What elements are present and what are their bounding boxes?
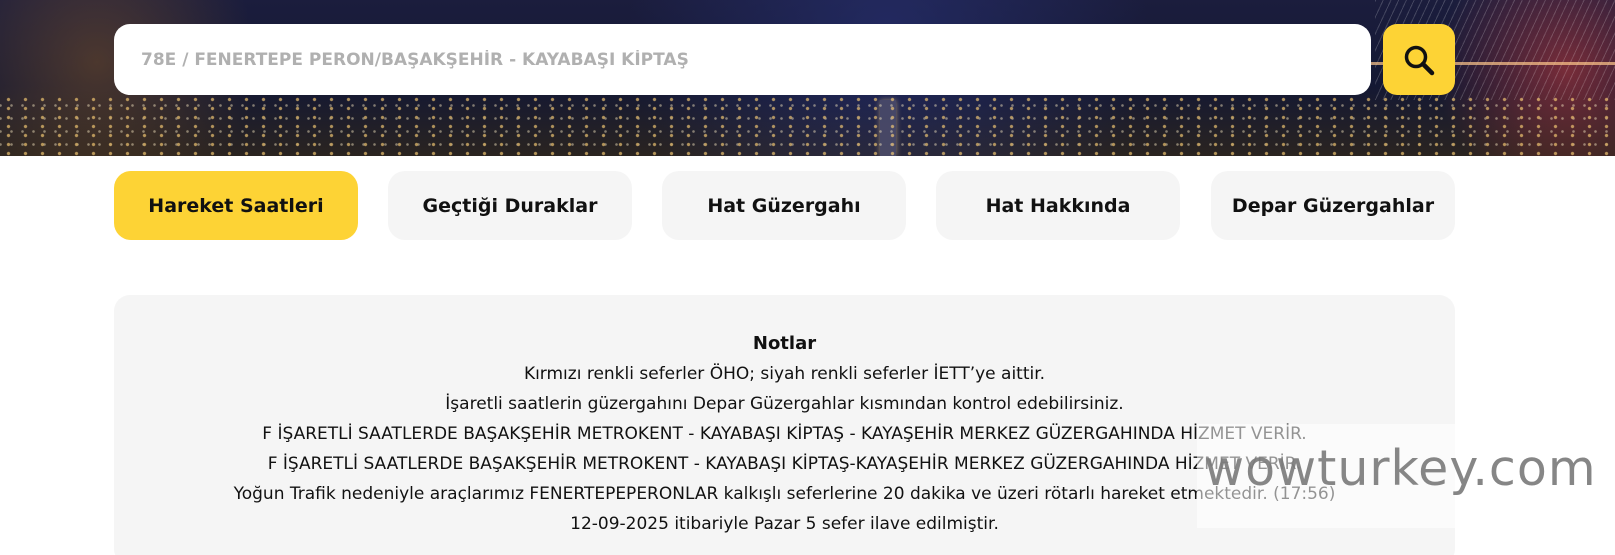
search-icon	[1404, 45, 1435, 75]
watermark: wowturkey.com	[1204, 440, 1597, 497]
tab-depar-guzergahlar[interactable]: Depar Güzergahlar	[1211, 171, 1455, 240]
tab-bar: Hareket Saatleri Geçtiği Duraklar Hat Gü…	[114, 171, 1455, 240]
notes-title: Notlar	[752, 333, 817, 354]
note-line: İşaretli saatlerin güzergahını Depar Güz…	[445, 394, 1124, 414]
tab-hat-guzergahi[interactable]: Hat Güzergahı	[662, 171, 906, 240]
search-button[interactable]	[1383, 24, 1455, 95]
search-bar[interactable]	[114, 24, 1371, 95]
tab-gectigi-duraklar[interactable]: Geçtiği Duraklar	[388, 171, 632, 240]
note-line: Kırmızı renkli seferler ÖHO; siyah renkl…	[523, 364, 1046, 384]
city-lights	[0, 95, 1615, 156]
search-input[interactable]	[141, 49, 1344, 70]
tab-hareket-saatleri[interactable]: Hareket Saatleri	[114, 171, 358, 240]
tab-hat-hakkinda[interactable]: Hat Hakkında	[936, 171, 1180, 240]
